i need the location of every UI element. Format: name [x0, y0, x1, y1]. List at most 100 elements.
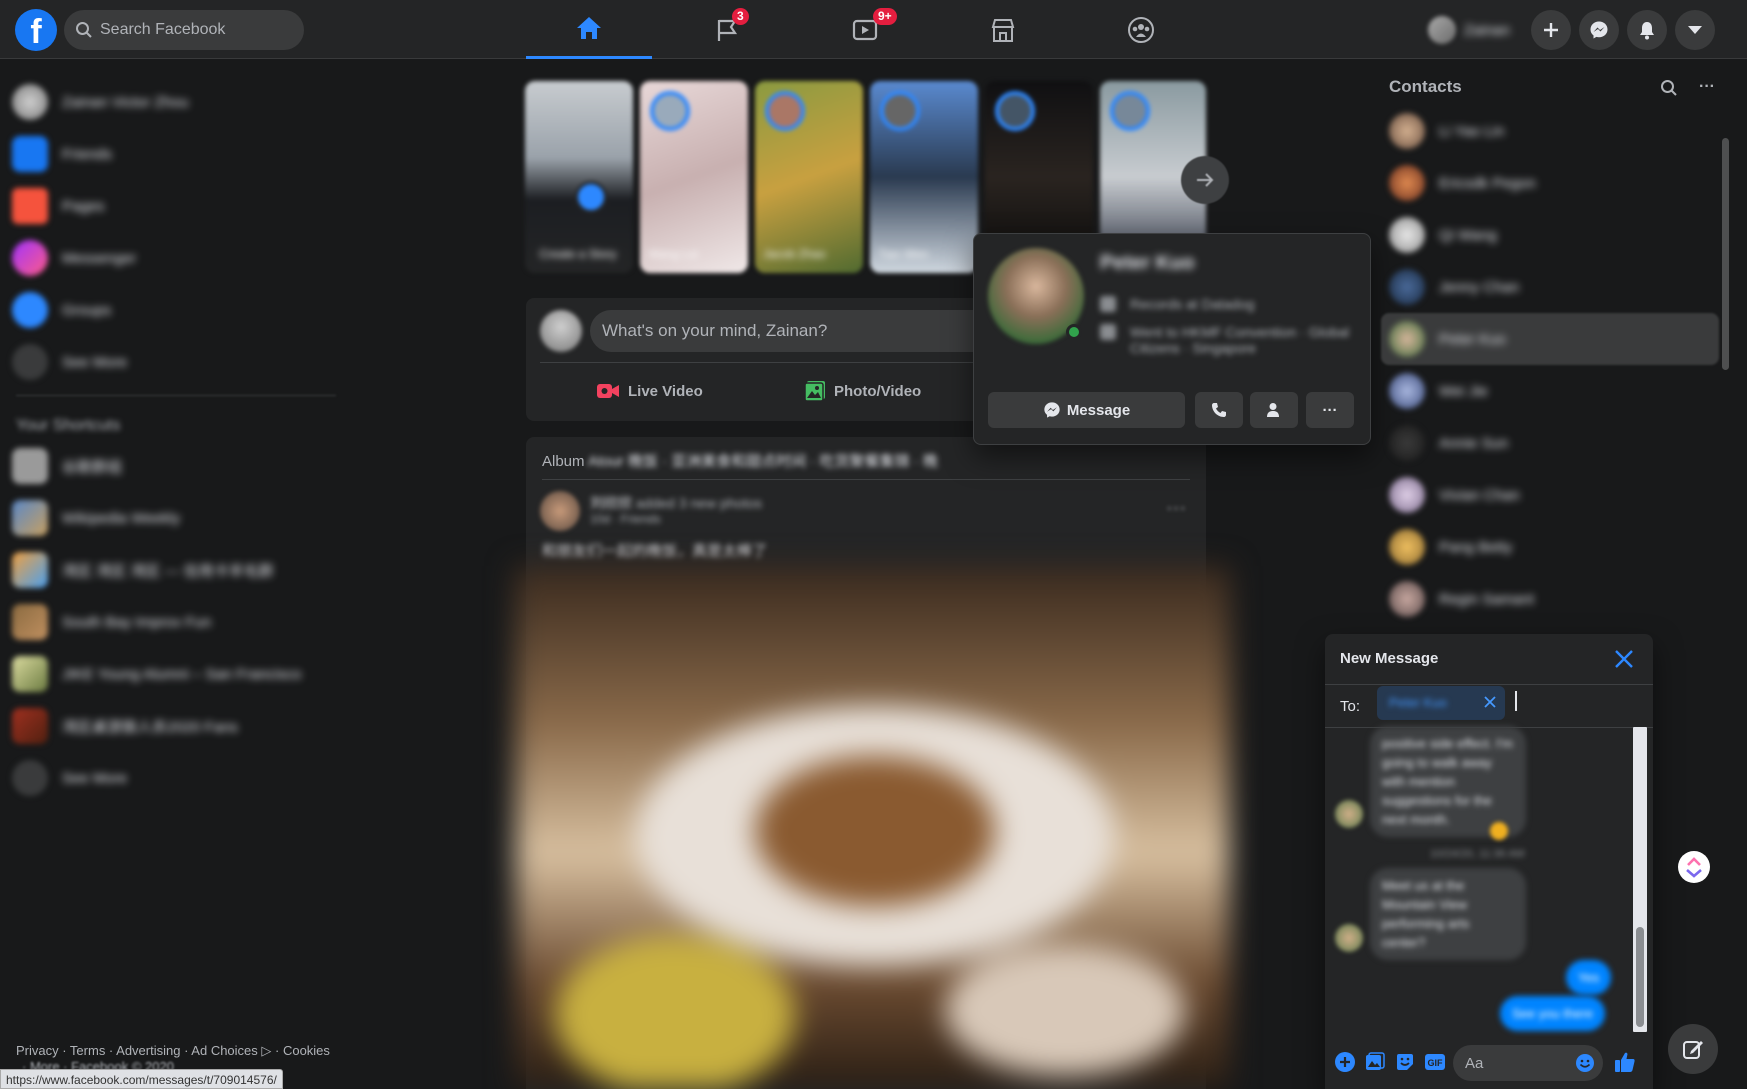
- shortcut-item[interactable]: South Bay Improv Fun: [12, 600, 211, 644]
- message-input-box[interactable]: [1453, 1045, 1603, 1081]
- contacts-options-button[interactable]: ···: [1699, 78, 1715, 96]
- notifications-button[interactable]: [1627, 10, 1667, 50]
- contact-item[interactable]: Ericsdk Pegon: [1381, 157, 1551, 209]
- emoji-icon[interactable]: [1575, 1053, 1595, 1073]
- post-meta: 10d · Friends: [590, 512, 661, 526]
- contact-item-highlighted[interactable]: Peter Kuo: [1381, 313, 1719, 365]
- post-photo[interactable]: [515, 566, 1230, 1089]
- footer-links[interactable]: Privacy · Terms · Advertising · Ad Choic…: [16, 1043, 330, 1059]
- contact-name: Annie Sun: [1439, 434, 1509, 452]
- search-icon[interactable]: [1660, 79, 1678, 97]
- search-input[interactable]: [100, 10, 296, 50]
- more-options-button[interactable]: ···: [1306, 392, 1354, 428]
- contact-name: Ericsdk Pegon: [1439, 174, 1536, 192]
- tab-marketplace[interactable]: [940, 0, 1066, 59]
- sidebar-item-groups[interactable]: Groups: [12, 288, 111, 332]
- story-card[interactable]: Wang Lei: [640, 81, 748, 273]
- contact-item[interactable]: Pang Betty: [1381, 521, 1551, 573]
- pages-flag-icon: [12, 188, 48, 224]
- attach-photo-button[interactable]: [1363, 1050, 1387, 1074]
- call-button[interactable]: [1195, 392, 1243, 428]
- recipient-name: Peter Kuo: [1389, 695, 1447, 710]
- post-options-button[interactable]: ···: [1166, 497, 1186, 520]
- sidebar-item-label: Messenger: [62, 249, 137, 267]
- contact-item[interactable]: Li Yao Lin: [1381, 105, 1551, 157]
- sidebar-item-pages[interactable]: Pages: [12, 184, 105, 228]
- shortcut-item[interactable]: 湾区 湾区 湾区 — 信用卡羊毛群: [12, 548, 274, 592]
- shortcut-label: Wikipedia Weekly: [62, 509, 181, 527]
- shortcut-item[interactable]: 湾区桌游狼人杀2020 Fans: [12, 704, 238, 748]
- sidebar-item-messenger[interactable]: Messenger: [12, 236, 136, 280]
- shortcut-label: JIKE Young Alumni – San Francisco: [62, 665, 302, 683]
- message-scrollbar[interactable]: [1633, 727, 1647, 1032]
- contact-item[interactable]: Qi Wang: [1381, 209, 1551, 261]
- bell-icon: [1640, 22, 1654, 40]
- plus-icon: [1544, 23, 1558, 37]
- post-album-title[interactable]: Album Atour 晚饭 · 亚洲美食和甜点时间 · 吃货聚餐集锦 · 晚: [542, 450, 938, 471]
- search-box[interactable]: [64, 10, 304, 50]
- composer-toolbar: GIF: [1325, 1037, 1653, 1089]
- contact-name: Wei Jie: [1439, 382, 1488, 400]
- account-menu-button[interactable]: [1675, 10, 1715, 50]
- story-card[interactable]: Jacob Zhao: [755, 81, 863, 273]
- contact-item[interactable]: Annie Sun: [1381, 417, 1551, 469]
- messenger-button[interactable]: [1579, 10, 1619, 50]
- divider: [1325, 684, 1653, 685]
- more-actions-button[interactable]: [1333, 1050, 1357, 1074]
- close-icon[interactable]: [1483, 695, 1497, 709]
- contacts-scrollbar[interactable]: [1722, 138, 1729, 370]
- tab-groups[interactable]: [1078, 0, 1204, 59]
- friend-status-button[interactable]: [1250, 392, 1298, 428]
- hovercard-name[interactable]: Peter Kuo: [1100, 252, 1194, 275]
- photo-video-label: Photo/Video: [834, 382, 922, 400]
- tab-home[interactable]: [526, 0, 652, 59]
- sidebar-item-see-more[interactable]: See More: [12, 340, 127, 384]
- avatar: [1335, 924, 1363, 952]
- album-prefix: Album: [542, 453, 588, 470]
- close-button[interactable]: [1611, 646, 1637, 672]
- sidebar-item-friends[interactable]: Friends: [12, 132, 112, 176]
- create-button[interactable]: [1531, 10, 1571, 50]
- tab-pages[interactable]: 3: [664, 0, 790, 59]
- new-message-compose-button[interactable]: [1668, 1024, 1718, 1074]
- stories-next-button[interactable]: [1181, 156, 1229, 204]
- recipient-chip[interactable]: Peter Kuo: [1377, 686, 1505, 720]
- avatar: [995, 91, 1035, 131]
- profile-chip[interactable]: Zainan: [1424, 12, 1516, 48]
- photo-video-button[interactable]: Photo/Video: [804, 370, 921, 412]
- sticker-button[interactable]: [1393, 1050, 1417, 1074]
- message-input[interactable]: [1465, 1045, 1565, 1081]
- contact-item[interactable]: Regin Samant: [1381, 573, 1551, 625]
- scrollbar-thumb[interactable]: [1636, 927, 1644, 1027]
- contact-item[interactable]: Vivian Chan: [1381, 469, 1551, 521]
- facebook-logo[interactable]: f: [15, 9, 57, 51]
- contacts-title: Contacts: [1389, 77, 1462, 96]
- shortcut-item[interactable]: Wikipedia Weekly: [12, 496, 180, 540]
- live-video-button[interactable]: Live Video: [596, 370, 703, 412]
- like-button[interactable]: [1613, 1050, 1637, 1074]
- post-author[interactable]: 刘欣欣 added 3 new photos: [590, 493, 762, 513]
- message-timestamp: 10/24/20, 11:36 AM: [1430, 848, 1525, 860]
- shortcut-item[interactable]: JIKE Young Alumni – San Francisco: [12, 652, 301, 696]
- phone-icon: [1212, 403, 1226, 417]
- avatar[interactable]: [540, 491, 580, 531]
- contact-item[interactable]: Jenny Chan: [1381, 261, 1551, 313]
- notification-badge: 3: [732, 8, 749, 25]
- online-indicator: [1066, 324, 1082, 340]
- story-card[interactable]: Create a Story: [525, 81, 633, 273]
- contact-name: Pang Betty: [1439, 538, 1513, 556]
- sidebar-item-profile[interactable]: Zainan Victor Zhou: [12, 80, 188, 124]
- story-card[interactable]: Tian Wen: [870, 81, 978, 273]
- avatar: [880, 91, 920, 131]
- gif-button[interactable]: GIF: [1423, 1050, 1447, 1074]
- group-thumbnail: [12, 604, 48, 640]
- shortcut-item[interactable]: 谷歌群组: [12, 444, 122, 488]
- extension-widget-button[interactable]: [1678, 851, 1710, 883]
- story-caption: Tian Wen: [878, 247, 929, 261]
- shortcut-see-more[interactable]: See More: [12, 756, 127, 800]
- contact-item[interactable]: Wei Jie: [1381, 365, 1551, 417]
- more-icon: ···: [1322, 401, 1338, 419]
- tab-watch[interactable]: 9+: [802, 0, 928, 59]
- avatar: [1389, 217, 1425, 253]
- message-button[interactable]: Message: [988, 392, 1185, 428]
